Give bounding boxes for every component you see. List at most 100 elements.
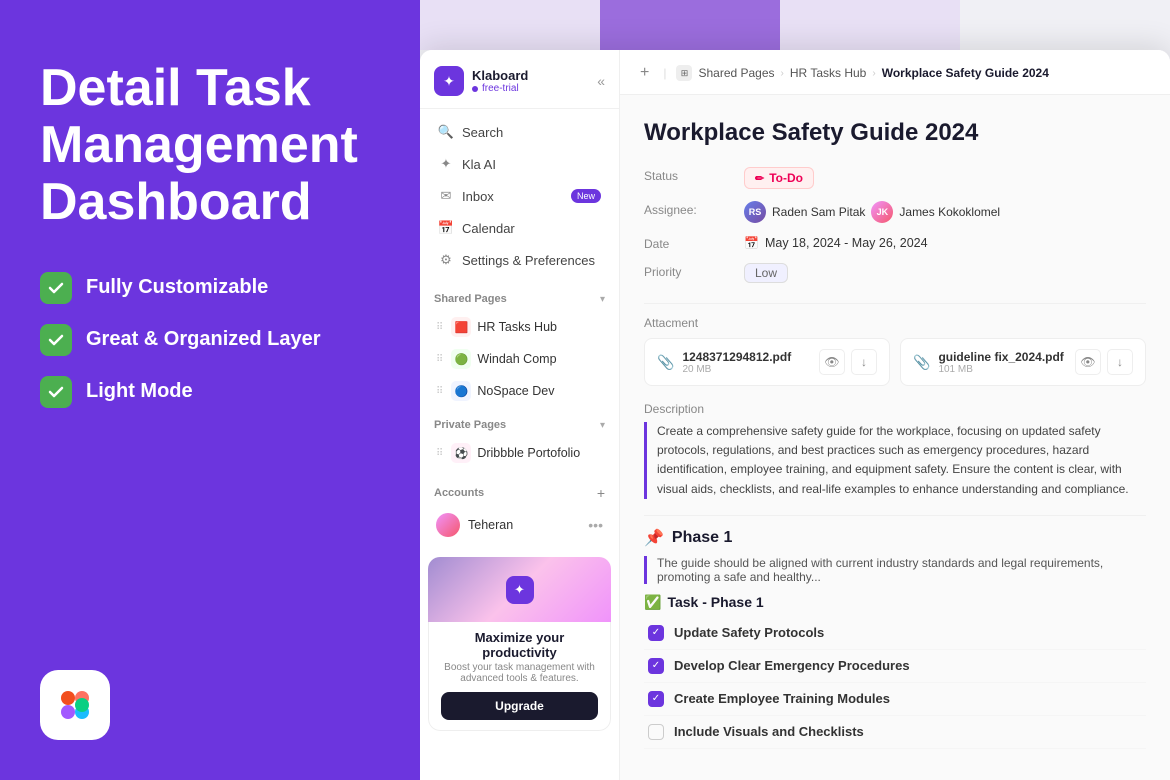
page-label-nospace: NoSpace Dev — [477, 384, 554, 398]
accounts-title: Accounts — [434, 487, 484, 499]
phase-header: 📌 Phase 1 — [644, 528, 1146, 548]
nav-item-kla-ai[interactable]: ✦ Kla AI — [428, 149, 611, 179]
attachment-card-2: 📎 guideline fix_2024.pdf 101 MB 👁 ↓ — [900, 338, 1146, 386]
brand-badge: free-trial — [472, 83, 528, 94]
task-item-text-1: Update Safety Protocols — [674, 625, 824, 640]
upgrade-card: ✦ Maximize your productivity Boost your … — [428, 557, 611, 731]
task-checkbox-3[interactable] — [648, 691, 664, 707]
check-badge-1 — [40, 272, 72, 304]
figma-badge — [40, 670, 110, 740]
upgrade-bg: ✦ — [428, 557, 611, 622]
phase-title: Phase 1 — [672, 529, 732, 547]
settings-icon: ⚙ — [438, 252, 454, 268]
upgrade-logo: ✦ — [506, 576, 534, 604]
dribbble-icon: ⚽ — [451, 443, 471, 463]
task-checkbox-2[interactable] — [648, 658, 664, 674]
page-item-hr-tasks[interactable]: ⠿ 🟥 HR Tasks Hub — [428, 311, 611, 343]
collapse-button[interactable]: « — [597, 73, 605, 89]
breadcrumb-sep-2: › — [872, 68, 875, 79]
calendar-icon: 📅 — [438, 220, 454, 236]
task-item-2: Develop Clear Emergency Procedures — [644, 650, 1146, 683]
private-pages-header[interactable]: Private Pages ▾ — [428, 415, 611, 435]
nav-item-inbox[interactable]: ✉ Inbox New — [428, 181, 611, 211]
attach-name-1: 1248371294812.pdf — [682, 350, 811, 364]
page-item-windah[interactable]: ⠿ 🟢 Windah Comp — [428, 343, 611, 375]
badge-text: free-trial — [482, 83, 519, 94]
app-window: ✦ Klaboard free-trial « 🔍 Search — [420, 50, 1170, 780]
account-more-icon[interactable]: ••• — [588, 517, 603, 533]
feature-text-1: Fully Customizable — [86, 276, 268, 299]
shared-pages-header[interactable]: Shared Pages ▾ — [428, 289, 611, 309]
status-value: ✏ To-Do — [744, 167, 1146, 189]
upgrade-button[interactable]: Upgrade — [441, 692, 598, 720]
accounts-add-button[interactable]: + — [597, 485, 605, 501]
breadcrumb-shared-pages[interactable]: Shared Pages — [698, 66, 774, 80]
attach-size-1: 20 MB — [682, 364, 811, 375]
attachment-section: Attacment 📎 1248371294812.pdf 20 MB 👁 ↓ — [644, 316, 1146, 386]
page-item-nospace[interactable]: ⠿ 🔵 NoSpace Dev — [428, 375, 611, 407]
breadcrumb-current: Workplace Safety Guide 2024 — [882, 66, 1049, 80]
task-checkbox-4[interactable] — [648, 724, 664, 740]
feature-item-1: Fully Customizable — [40, 272, 380, 304]
brand-logo: ✦ — [434, 66, 464, 96]
check-badge-2 — [40, 324, 72, 356]
nav-label-calendar: Calendar — [462, 221, 515, 236]
page-item-dribbble[interactable]: ⠿ ⚽ Dribbble Portofolio — [428, 437, 611, 469]
breadcrumb: + | ⊞ Shared Pages › HR Tasks Hub › Work… — [620, 50, 1170, 95]
task-item-text-2: Develop Clear Emergency Procedures — [674, 658, 910, 673]
attach-info-2: guideline fix_2024.pdf 101 MB — [938, 350, 1067, 375]
private-pages-section: Private Pages ▾ ⠿ ⚽ Dribbble Portofolio — [420, 409, 619, 471]
page-label-windah: Windah Comp — [477, 352, 556, 366]
sidebar: ✦ Klaboard free-trial « 🔍 Search — [420, 50, 620, 780]
feature-item-3: Light Mode — [40, 376, 380, 408]
hero-title: Detail Task Management Dashboard — [40, 60, 380, 232]
attach-info-1: 1248371294812.pdf 20 MB — [682, 350, 811, 375]
feature-list: Fully Customizable Great & Organized Lay… — [40, 272, 380, 408]
task-meta: Status ✏ To-Do Assignee: RS Raden Sam Pi… — [644, 167, 1146, 283]
breadcrumb-hub[interactable]: HR Tasks Hub — [790, 66, 866, 80]
task-item-1: Update Safety Protocols — [644, 617, 1146, 650]
upgrade-content: Maximize your productivity Boost your ta… — [428, 622, 611, 731]
account-item-teheran[interactable]: Teheran ••• — [428, 507, 611, 543]
attachments-row: 📎 1248371294812.pdf 20 MB 👁 ↓ 📎 — [644, 338, 1146, 386]
attachment-card-1: 📎 1248371294812.pdf 20 MB 👁 ↓ — [644, 338, 890, 386]
priority-badge[interactable]: Low — [744, 263, 788, 283]
assignee-avatar-2: JK — [871, 201, 893, 223]
status-badge[interactable]: ✏ To-Do — [744, 167, 814, 189]
assignee-value: RS Raden Sam Pitak JK James Kokoklomel — [744, 201, 1146, 223]
check-badge-3 — [40, 376, 72, 408]
main-content: + | ⊞ Shared Pages › HR Tasks Hub › Work… — [620, 50, 1170, 780]
assignee-avatar-1: RS — [744, 201, 766, 223]
breadcrumb-add[interactable]: + — [640, 64, 649, 82]
upgrade-subtitle: Boost your task management with advanced… — [441, 662, 598, 684]
search-icon: 🔍 — [438, 124, 454, 140]
nav-item-search[interactable]: 🔍 Search — [428, 117, 611, 147]
drag-handle-1: ⠿ — [436, 322, 443, 333]
inbox-icon: ✉ — [438, 188, 454, 204]
task-group: ✅ Task - Phase 1 Update Safety Protocols… — [644, 594, 1146, 749]
deco-box-1 — [420, 0, 600, 50]
app-panel: ✦ Klaboard free-trial « 🔍 Search — [420, 0, 1170, 780]
breadcrumb-sep-1: › — [781, 68, 784, 79]
attach-preview-btn-2[interactable]: 👁 — [1075, 349, 1101, 375]
shared-pages-chevron: ▾ — [600, 294, 605, 305]
attach-preview-btn-1[interactable]: 👁 — [819, 349, 845, 375]
drag-handle-2: ⠿ — [436, 354, 443, 365]
task-checkbox-1[interactable] — [648, 625, 664, 641]
attachment-label: Attacment — [644, 316, 1146, 330]
account-name-teheran: Teheran — [468, 518, 580, 532]
attach-actions-1: 👁 ↓ — [819, 349, 877, 375]
nav-label-search: Search — [462, 125, 503, 140]
attach-download-btn-2[interactable]: ↓ — [1107, 349, 1133, 375]
nav-item-calendar[interactable]: 📅 Calendar — [428, 213, 611, 243]
nav-item-settings[interactable]: ⚙ Settings & Preferences — [428, 245, 611, 275]
hr-tasks-icon: 🟥 — [451, 317, 471, 337]
task-group-title: Task - Phase 1 — [667, 594, 763, 610]
priority-value: Low — [744, 263, 1146, 283]
task-item-4: Include Visuals and Checklists — [644, 716, 1146, 749]
attach-download-btn-1[interactable]: ↓ — [851, 349, 877, 375]
assignee-name-2: James Kokoklomel — [899, 205, 1000, 219]
shared-pages-section: Shared Pages ▾ ⠿ 🟥 HR Tasks Hub ⠿ 🟢 Wind… — [420, 283, 619, 409]
page-label-hr-tasks: HR Tasks Hub — [477, 320, 557, 334]
date-icon: 📅 — [744, 236, 759, 250]
